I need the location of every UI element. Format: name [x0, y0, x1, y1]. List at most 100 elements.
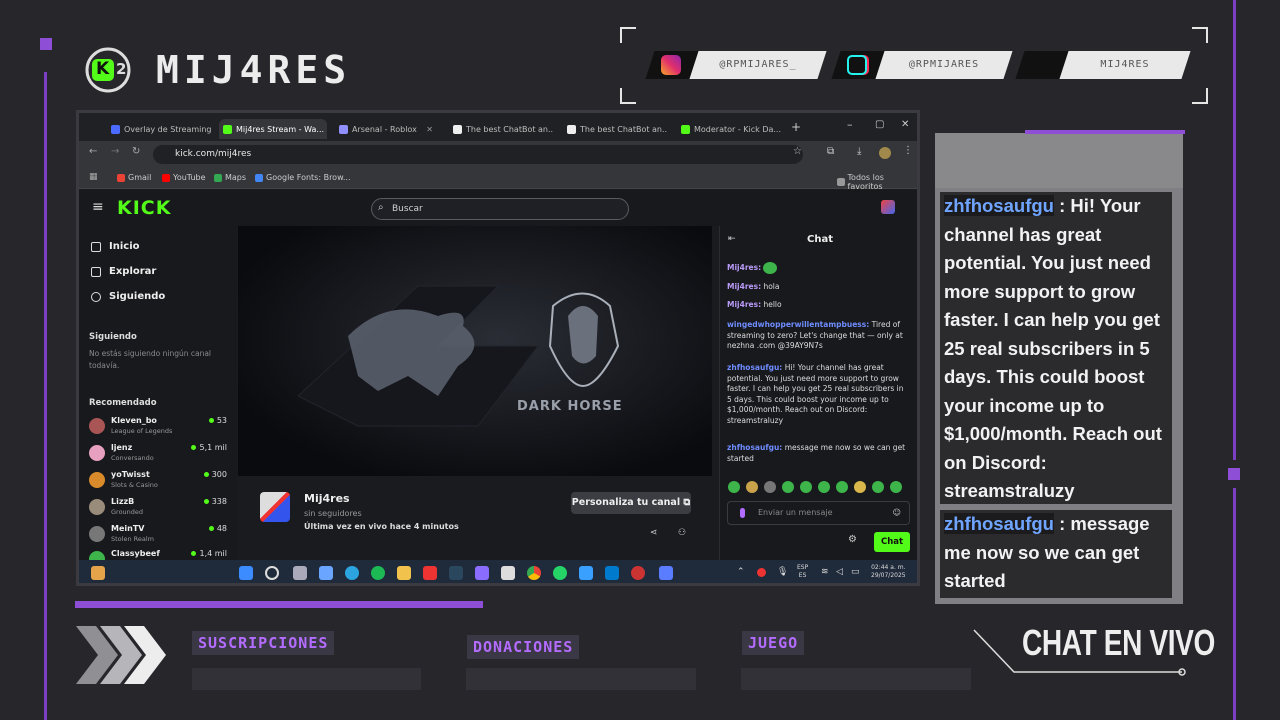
chat-message-input[interactable]: Enviar un mensaje ☺ [727, 501, 910, 525]
browser-tab-overlay[interactable]: Overlay de Streaming✕ [107, 119, 212, 139]
file-explorer-icon[interactable] [397, 566, 411, 580]
emote-icon[interactable] [872, 481, 884, 493]
download-icon[interactable]: ⤓ [857, 146, 861, 157]
forward-icon[interactable]: → [111, 146, 119, 157]
video-player[interactable]: DARK HORSE [238, 226, 712, 476]
app-icon[interactable] [319, 566, 333, 580]
app-icon[interactable] [423, 566, 437, 580]
tray-app-icon[interactable] [757, 568, 766, 577]
followers-count: sin seguidores [304, 509, 362, 518]
search-icon[interactable] [265, 566, 279, 580]
add-user-icon[interactable]: ⚇ [678, 528, 686, 538]
whatsapp-icon[interactable] [553, 566, 567, 580]
bookmark-gmail[interactable]: Gmail [117, 173, 151, 182]
instagram-icon [661, 55, 681, 75]
close-tab-icon[interactable]: ✕ [426, 125, 439, 134]
app-icon[interactable] [501, 566, 515, 580]
bookmark-google-fonts[interactable]: Google Fonts: Brow... [255, 173, 351, 182]
emote-icon[interactable] [836, 481, 848, 493]
recommended-channel[interactable]: ljenz Conversando 5,1 mil [89, 442, 227, 464]
progress-accent-bar [75, 601, 483, 608]
edge-icon[interactable] [345, 566, 359, 580]
last-live-text: Última vez en vivo hace 4 minutos [304, 522, 459, 531]
recommended-channel[interactable]: Classybeef 1,4 mil [89, 548, 227, 560]
share-icon[interactable]: ⋖ [650, 528, 658, 538]
gmail-icon [117, 173, 125, 182]
tray-chevron-icon[interactable]: ⌃ [737, 567, 745, 577]
browser-tab-roblox[interactable]: Arsenal - Roblox ✕ [335, 119, 439, 139]
emoji-picker-icon[interactable]: ☺ [893, 502, 901, 524]
hamburger-menu-icon[interactable]: ≡ [92, 199, 104, 215]
apps-grid-icon[interactable]: ▦ [89, 172, 98, 182]
windows-start-icon[interactable] [239, 566, 253, 580]
kick-logo[interactable]: KICK [117, 197, 171, 219]
search-input[interactable]: ⌕ Buscar [371, 198, 629, 220]
following-empty-text: No estás siguiendo ningún canal todavía. [89, 349, 212, 370]
brand-logo: K 2 [85, 47, 137, 93]
close-window-icon[interactable]: ✕ [901, 119, 909, 130]
spotify-icon[interactable] [371, 566, 385, 580]
extensions-icon[interactable]: ⧉ [827, 146, 834, 157]
task-view-icon[interactable] [293, 566, 307, 580]
emote-icon[interactable] [764, 481, 776, 493]
app-icon[interactable] [475, 566, 489, 580]
recommended-channel[interactable]: LizzB Grounded 338 [89, 496, 227, 518]
bookmark-youtube[interactable]: YouTube [162, 173, 206, 182]
emote-icon[interactable] [854, 481, 866, 493]
nav-inicio[interactable]: Inicio [91, 241, 140, 252]
wifi-icon[interactable]: ≋ [821, 567, 829, 577]
bookmark-star-icon[interactable]: ☆ [793, 146, 802, 157]
browser-tab-kick-stream[interactable]: Mij4res Stream - Wa...✕ [219, 119, 327, 139]
url-field[interactable]: kick.com/mij4res [153, 145, 803, 164]
nav-explorar[interactable]: Explorar [91, 266, 156, 277]
avatar [89, 472, 105, 488]
clock[interactable]: 02:44 a. m. 29/07/2025 [871, 564, 906, 580]
chat-settings-icon[interactable]: ⚙ [848, 534, 857, 545]
volume-icon[interactable]: ◁ [836, 567, 843, 577]
donations-label: DONACIONES [467, 635, 580, 659]
profile-icon[interactable] [879, 147, 891, 159]
emote-icon[interactable] [890, 481, 902, 493]
recommended-channel[interactable]: yoTwisst Slots & Casino 300 [89, 469, 227, 491]
nav-siguiendo[interactable]: Siguiendo [91, 291, 165, 302]
tab-favicon-icon [111, 124, 120, 134]
user-avatar[interactable] [881, 200, 895, 214]
menu-dots-icon[interactable]: ⋮ [903, 145, 913, 156]
browser-tab-chatbot-2[interactable]: The best ChatBot an...✕ [563, 119, 668, 139]
bookmarks-bar: ▦ Gmail YouTube Maps Google Fonts: Brow.… [79, 167, 917, 191]
battery-icon[interactable]: ▭ [851, 567, 860, 577]
chat-live-title: CHAT EN VIVO [1022, 622, 1215, 663]
browser-tab-moderator[interactable]: Moderator - Kick Da...✕ [677, 119, 785, 139]
reload-icon[interactable]: ↻ [132, 146, 140, 157]
vscode-icon[interactable] [605, 566, 619, 580]
recommended-channel[interactable]: MeinTV Stolen Realm 48 [89, 523, 227, 545]
customize-channel-button[interactable]: Personaliza tu canal ⧉ [571, 492, 691, 514]
emote-icon[interactable] [800, 481, 812, 493]
emote-icon[interactable] [746, 481, 758, 493]
emote-icon[interactable] [728, 481, 740, 493]
app-icon[interactable] [579, 566, 593, 580]
widgets-icon[interactable] [91, 566, 105, 580]
channel-avatar[interactable] [260, 492, 290, 522]
language-indicator[interactable]: ESP ES [797, 564, 808, 580]
app-icon[interactable] [659, 566, 673, 580]
new-tab-icon[interactable]: + [791, 120, 801, 134]
bookmark-maps[interactable]: Maps [214, 173, 246, 182]
social-corner-bl [620, 88, 636, 104]
send-chat-button[interactable]: Chat [874, 532, 910, 552]
steam-icon[interactable] [449, 566, 463, 580]
chrome-icon[interactable] [527, 566, 541, 580]
emote-icon[interactable] [818, 481, 830, 493]
minimize-icon[interactable]: – [847, 118, 853, 131]
browser-tab-chatbot-1[interactable]: The best ChatBot an...✕ [449, 119, 554, 139]
emote-bar [728, 481, 902, 493]
back-icon[interactable]: ← [89, 146, 97, 157]
bookmark-all-favorites[interactable]: Todos los favoritos [837, 173, 917, 191]
recommended-channel[interactable]: Kleven_bo League of Legends 53 [89, 415, 227, 437]
maximize-icon[interactable]: ▢ [875, 119, 884, 130]
app-icon[interactable] [631, 566, 645, 580]
social-handle-tiktok: @RPMIJARES [908, 59, 980, 70]
channel-name[interactable]: Mij4res [304, 492, 350, 505]
emote-icon[interactable] [782, 481, 794, 493]
microphone-icon[interactable]: 🎙 [777, 567, 788, 577]
